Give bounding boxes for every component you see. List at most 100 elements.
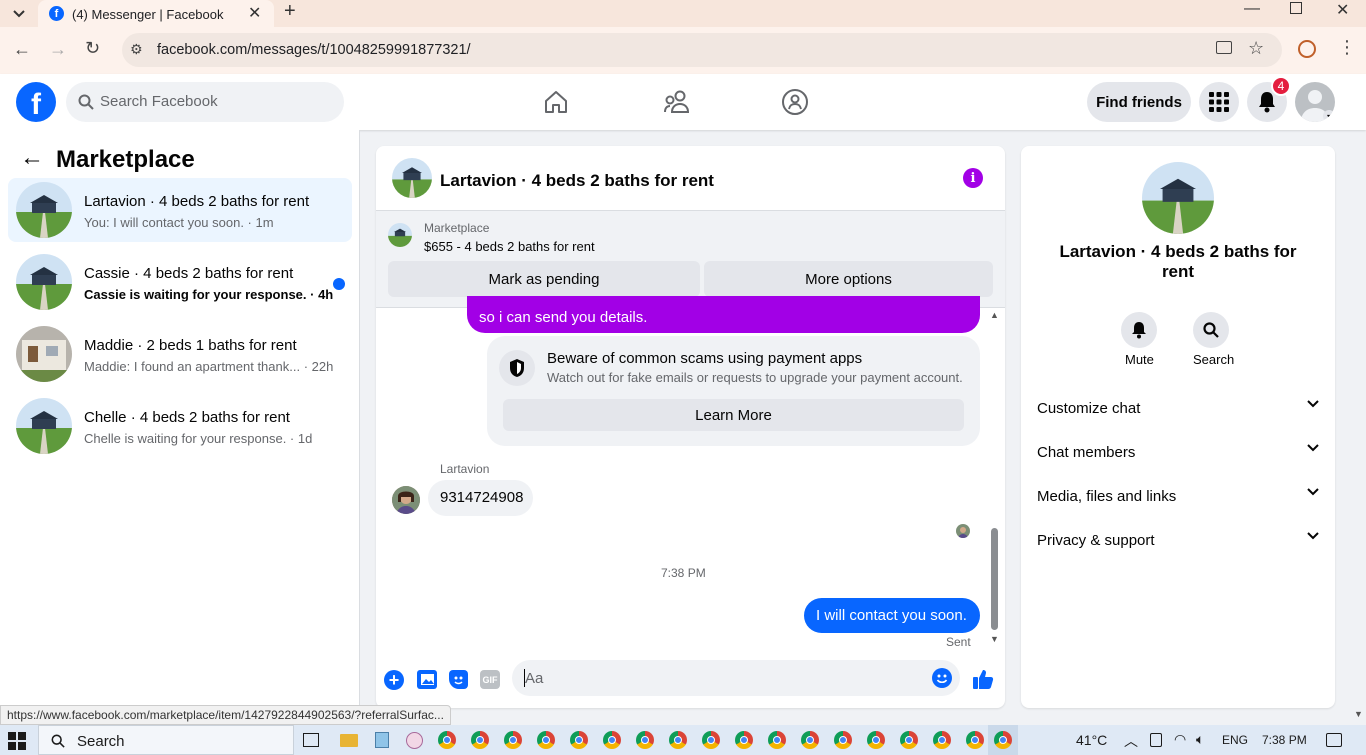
restore-icon[interactable] [1290, 2, 1302, 14]
temperature[interactable]: 41°C [1076, 732, 1107, 748]
message-thread[interactable]: so i can send you details. Beware of com… [376, 296, 1005, 649]
chrome-icon[interactable] [570, 731, 588, 749]
chrome-icon[interactable] [603, 731, 621, 749]
active-chrome-icon[interactable] [988, 725, 1018, 755]
search-in-chat-button[interactable]: Search [1193, 312, 1234, 368]
more-options-button[interactable]: More options [704, 261, 993, 297]
bookmark-star-icon[interactable]: ☆ [1248, 38, 1264, 59]
customize-chat-section[interactable]: Customize chat [1037, 390, 1319, 426]
back-arrow-icon[interactable]: ← [20, 144, 44, 172]
notifications-button[interactable]: 4 [1247, 76, 1291, 122]
browser-tab[interactable]: f (4) Messenger | Facebook ✕ [38, 0, 274, 27]
seen-avatar [956, 524, 970, 538]
sender-avatar[interactable] [392, 486, 420, 514]
site-info-icon[interactable]: ⚙ [130, 41, 143, 58]
page-scroll-down-arrow-icon[interactable]: ▼ [1354, 709, 1363, 719]
outgoing-message-bubble[interactable]: I will contact you soon. [804, 598, 980, 633]
add-circle-icon[interactable]: + [384, 670, 404, 690]
find-friends-button[interactable]: Find friends [1087, 82, 1191, 122]
install-app-icon[interactable] [1216, 41, 1232, 54]
clock[interactable]: 7:38 PM [1262, 733, 1307, 747]
media-files-links-section[interactable]: Media, files and links [1037, 478, 1319, 514]
windows-start-icon[interactable] [8, 732, 26, 750]
chrome-icon[interactable] [933, 731, 951, 749]
listing-banner-thumbnail[interactable] [388, 223, 412, 247]
chrome-icon[interactable] [702, 731, 720, 749]
sticker-icon[interactable] [449, 670, 468, 689]
privacy-support-section[interactable]: Privacy & support [1037, 522, 1319, 558]
back-icon[interactable]: ← [13, 39, 31, 60]
emoji-icon[interactable] [932, 668, 952, 688]
address-bar[interactable]: ⚙ facebook.com/messages/t/10048259991877… [122, 33, 1282, 67]
home-nav-icon[interactable] [543, 89, 569, 115]
friends-nav-icon[interactable] [663, 89, 691, 115]
thumbs-up-icon[interactable] [972, 668, 994, 695]
scroll-up-arrow-icon[interactable]: ▲ [990, 310, 999, 320]
taskbar-search[interactable]: Search [38, 725, 294, 755]
conversation-item[interactable]: Maddie · 2 beds 1 baths for rent Maddie:… [8, 322, 352, 386]
chrome-icon[interactable] [966, 731, 984, 749]
account-avatar[interactable]: ▾ [1295, 82, 1335, 122]
minimize-icon[interactable]: — [1244, 0, 1260, 18]
conversation-item[interactable]: Chelle · 4 beds 2 baths for rent Chelle … [8, 394, 352, 458]
outgoing-message-bubble[interactable]: so i can send you details. [467, 296, 980, 333]
search-icon [51, 734, 65, 748]
chrome-icon[interactable] [471, 731, 489, 749]
bell-icon [1259, 92, 1275, 113]
file-explorer-icon[interactable] [340, 734, 358, 747]
message-input[interactable]: Aa [512, 660, 960, 696]
chrome-icon[interactable] [867, 731, 885, 749]
tab-close-icon[interactable]: ✕ [248, 3, 261, 23]
chat-avatar[interactable] [392, 158, 432, 198]
chrome-icon[interactable] [504, 731, 522, 749]
chrome-icon[interactable] [438, 731, 456, 749]
scroll-down-arrow-icon[interactable]: ▼ [990, 634, 999, 644]
chrome-icon[interactable] [669, 731, 687, 749]
listing-price[interactable]: $655 - 4 beds 2 baths for rent [424, 239, 595, 254]
chat-members-section[interactable]: Chat members [1037, 434, 1319, 470]
gif-icon[interactable]: GIF [480, 670, 500, 689]
incoming-message-bubble[interactable]: 9314724908 [428, 480, 533, 516]
task-view-icon[interactable] [303, 733, 319, 747]
forward-icon[interactable]: → [49, 39, 67, 60]
conversation-sidebar: ← Marketplace Lartavion · 4 beds 2 baths… [0, 130, 360, 710]
learn-more-button[interactable]: Learn More [503, 399, 964, 431]
tab-list-chevron-icon[interactable] [8, 4, 30, 24]
grid-icon [1209, 92, 1229, 112]
mute-button[interactable]: Mute [1121, 312, 1159, 368]
groups-nav-icon[interactable] [781, 88, 809, 116]
close-window-icon[interactable]: ✕ [1336, 0, 1349, 20]
notification-center-icon[interactable] [1326, 733, 1342, 747]
volume-icon[interactable]: 🔈︎ [1196, 731, 1204, 748]
notepad-icon[interactable] [375, 732, 389, 748]
chrome-icon[interactable] [768, 731, 786, 749]
conversation-item[interactable]: Lartavion · 4 beds 2 baths for rent You:… [8, 178, 352, 242]
info-icon[interactable]: i [963, 168, 983, 188]
reload-icon[interactable]: ↻ [85, 38, 100, 59]
chrome-icon[interactable] [735, 731, 753, 749]
chrome-icon[interactable] [900, 731, 918, 749]
search-input[interactable]: Search Facebook [66, 82, 344, 122]
photo-icon[interactable] [417, 670, 437, 689]
details-avatar[interactable] [1142, 162, 1214, 234]
battery-icon[interactable] [1150, 733, 1162, 747]
browser-menu-icon[interactable]: ⋮ [1338, 37, 1356, 58]
mark-as-pending-button[interactable]: Mark as pending [388, 261, 700, 297]
chat-scrollbar[interactable]: ▲ ▼ [988, 308, 1000, 644]
paint-icon[interactable] [406, 732, 423, 749]
show-hidden-icons-chevron-icon[interactable]: ︿ [1124, 731, 1138, 751]
language-indicator[interactable]: ENG [1222, 733, 1248, 747]
facebook-logo-icon[interactable]: f [16, 82, 56, 122]
scrollbar-thumb[interactable] [991, 528, 998, 630]
bell-icon [1121, 312, 1157, 348]
wifi-icon[interactable]: ◠ [1174, 731, 1186, 748]
chrome-icon[interactable] [834, 731, 852, 749]
conversation-item[interactable]: Cassie · 4 beds 2 baths for rent Cassie … [8, 250, 352, 314]
menu-grid-button[interactable] [1199, 82, 1239, 122]
profile-icon[interactable] [1298, 40, 1316, 58]
new-tab-icon[interactable]: + [284, 0, 296, 23]
chrome-icon[interactable] [801, 731, 819, 749]
chat-title[interactable]: Lartavion · 4 beds 2 baths for rent [440, 171, 714, 191]
chrome-icon[interactable] [537, 731, 555, 749]
chrome-icon[interactable] [636, 731, 654, 749]
